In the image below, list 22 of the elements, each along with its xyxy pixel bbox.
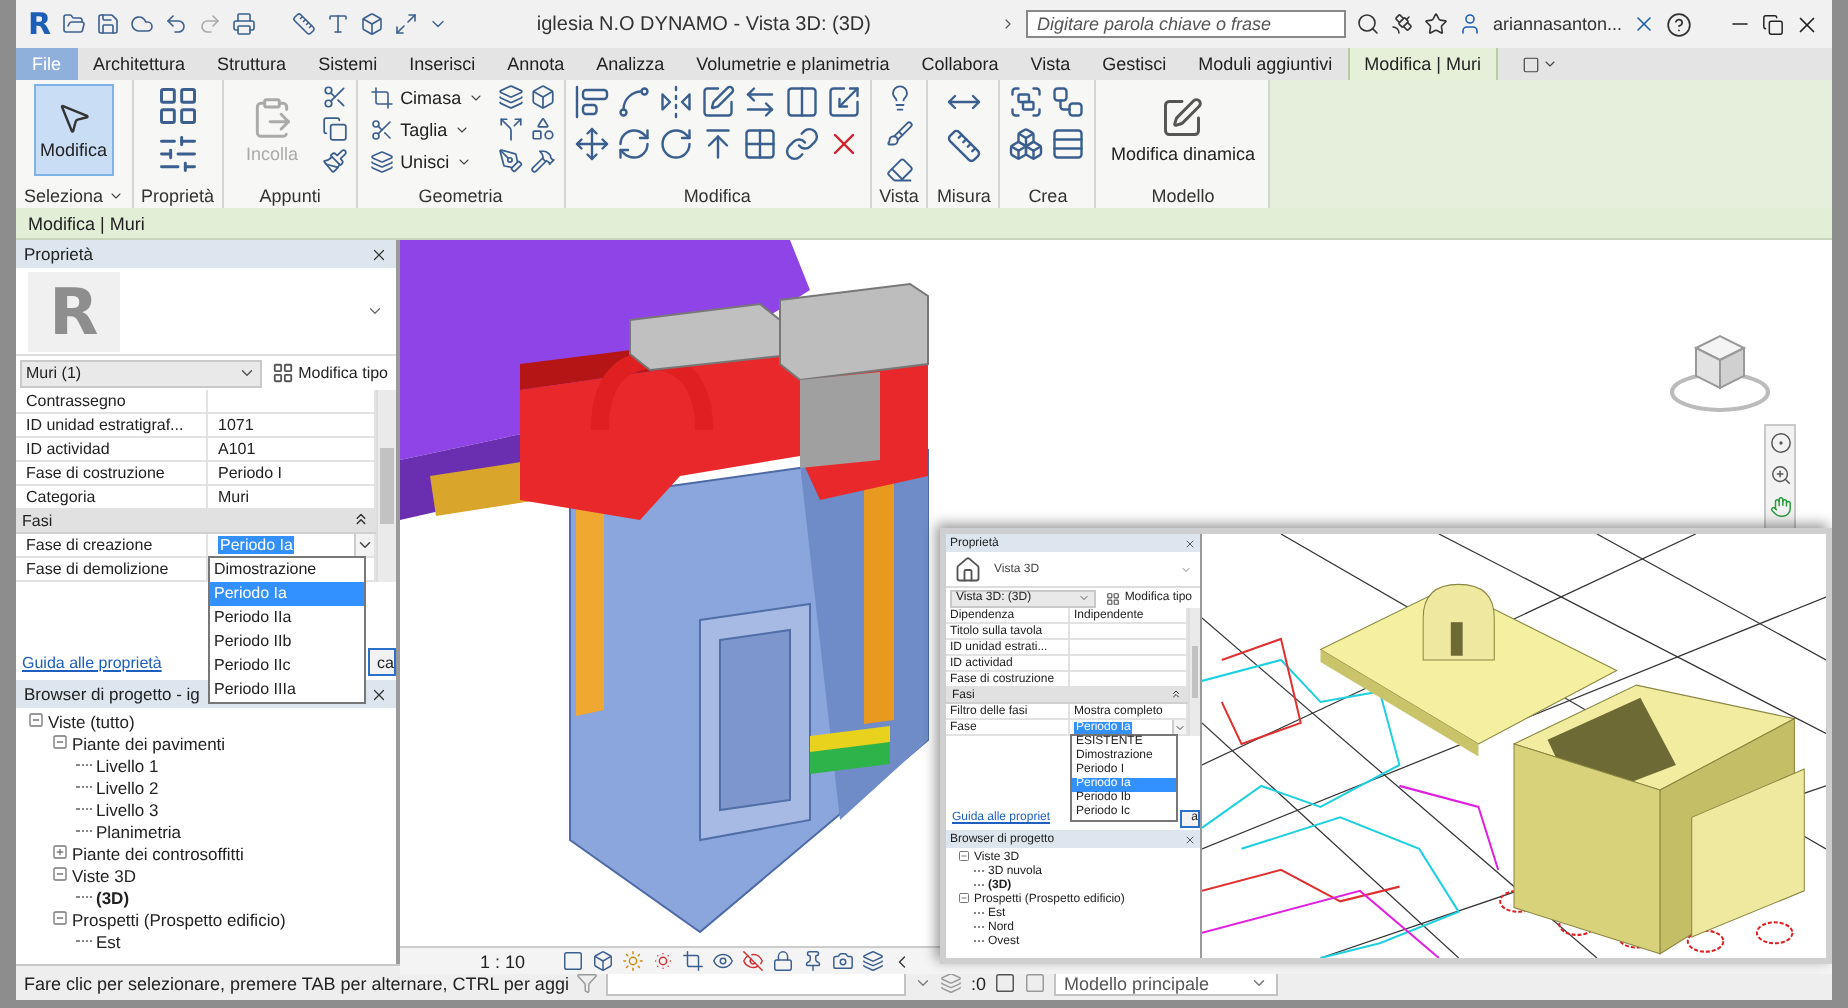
panel-label: Proprietà <box>141 183 215 208</box>
panel-label: Modifica <box>681 183 753 208</box>
panel-label: Modello <box>1149 183 1217 208</box>
panel-label: Geometria <box>416 183 505 208</box>
property-label: Fase di demolizione <box>16 558 208 582</box>
property-label: Fase di creazione <box>16 534 208 558</box>
status-message: Fare clic per selezionare, premere TAB per alternare, CTRL per aggi <box>24 973 569 993</box>
panel-label: Appunti <box>257 183 323 208</box>
property-label: ID unidad estratigraf... <box>16 414 208 438</box>
property-label: ID actividad <box>16 438 208 462</box>
panel-label: Crea <box>1026 183 1070 208</box>
property-label: Contrassegno <box>16 390 208 414</box>
property-label: Fase di costruzione <box>16 462 208 486</box>
panel-label: Vista <box>879 184 919 208</box>
panel-title: Proprietà <box>24 244 93 264</box>
panel-label: Misura <box>936 183 991 208</box>
panel-title: Browser di progetto - ig <box>24 684 200 704</box>
context-label: Modifica | Muri <box>28 213 145 233</box>
design-options-count: :0 <box>970 973 986 993</box>
window-title: iglesia N.O DYNAMO - Vista 3D: (3D) <box>534 13 873 35</box>
group-label: Fasi <box>22 512 53 530</box>
type-logo: R <box>28 271 120 351</box>
